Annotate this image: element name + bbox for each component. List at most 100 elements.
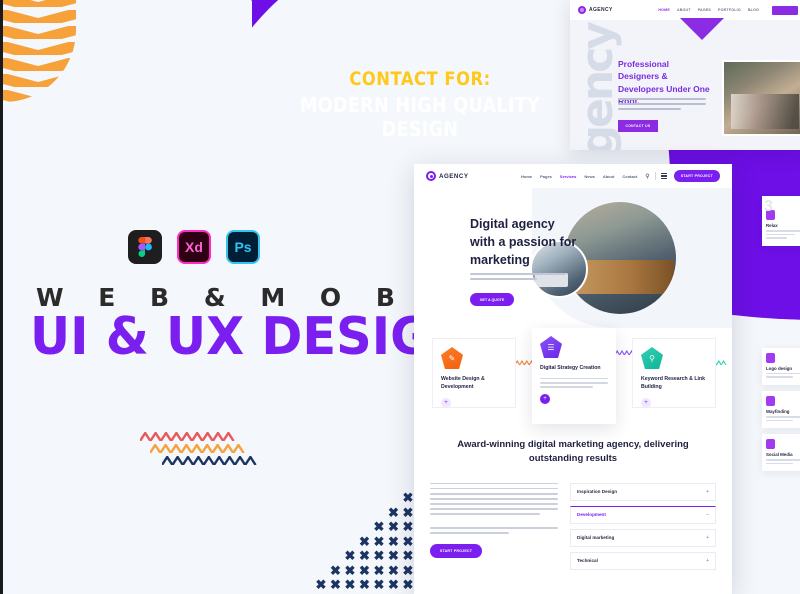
accordion-item-development[interactable]: Development − <box>570 505 716 524</box>
accordion-label: Development <box>577 512 606 517</box>
agency-watermark: agency <box>572 24 623 150</box>
nav-item-services[interactable]: Services <box>560 174 576 179</box>
x-mark-icon: ✖ <box>388 519 399 534</box>
nav-item-pages[interactable]: Pages <box>540 174 552 179</box>
poster-canvas: CONTACT FOR: MODERN HIGH QUALITY DESIGN … <box>0 0 800 594</box>
x-mark-icon: ✖ <box>388 504 399 520</box>
x-mark-icon: ✖ <box>402 533 414 549</box>
x-mark-icon: ✖ <box>330 577 341 592</box>
x-mark-icon: ✖ <box>402 577 414 592</box>
expand-icon[interactable]: + <box>441 397 451 408</box>
nav-item-contact[interactable]: Contact <box>622 174 637 179</box>
zigzag-line-coral <box>138 428 258 444</box>
zigzag-line-navy <box>160 452 258 468</box>
nav-item-home[interactable]: HOME <box>658 8 670 12</box>
x-mark-icon: ✖ <box>388 548 399 563</box>
list-item[interactable]: Social Media <box>762 434 800 472</box>
photoshop-icon: Ps <box>226 230 260 264</box>
x-mark-icon: ✖ <box>359 577 370 592</box>
x-mark-icon: ✖ <box>344 577 356 592</box>
x-mark-icon: ✖ <box>373 577 385 592</box>
figma-icon <box>128 230 162 264</box>
service-card-title: Keyword Research & Link Building <box>641 376 706 390</box>
logo-mark-icon <box>578 6 586 14</box>
service-card-digital-strategy[interactable]: ☰ Digital Strategy Creation + <box>532 328 616 424</box>
x-mark-icon: ✖ <box>402 548 414 563</box>
bottom-paragraph-block: START PROJECT <box>430 482 558 575</box>
wayfinding-icon <box>766 395 775 406</box>
x-mark-icon: ✖ <box>388 577 399 592</box>
list-item[interactable]: Wayfinding <box>762 390 800 429</box>
divider <box>654 172 656 180</box>
chart-icon: ☰ <box>540 336 562 358</box>
service-card-title: Digital Strategy Creation <box>540 365 601 371</box>
mockup-top-menu: HOME ABOUT PAGES PORTFOLIO BLOG <box>658 5 798 15</box>
nav-item-about[interactable]: About <box>603 174 615 179</box>
service-cards: ✎ Website Design & Development + ☰ Digit… <box>414 328 732 428</box>
card-title: Relax <box>766 223 778 228</box>
list-item[interactable]: 3 Relax <box>762 196 800 246</box>
award-heading: Award-winning digital marketing agency, … <box>457 439 689 465</box>
x-mark-icon: ✖ <box>359 562 370 578</box>
x-mark-icon: ✖ <box>344 562 356 578</box>
nav-item-home[interactable]: Home <box>521 174 532 179</box>
navbar-icons: ⚲ <box>645 172 667 180</box>
mockup-top-hero: agency Professional Designers & Develope… <box>570 18 800 150</box>
service-card-website-design[interactable]: ✎ Website Design & Development + <box>432 338 516 408</box>
zigzag-decoration <box>138 428 258 468</box>
pen-icon: ✎ <box>441 347 463 369</box>
get-a-quote-button[interactable]: GET A QUOTE <box>470 293 514 306</box>
accordion-item-inspiration-design[interactable]: Inspiration Design + <box>570 482 716 501</box>
main-bottom-section: START PROJECT Inspiration Design + Devel… <box>414 471 732 575</box>
chevron-pattern-decoration <box>0 0 76 102</box>
mockup-main: AGENCY Home Pages Services News About Co… <box>414 164 732 594</box>
nav-item-about[interactable]: ABOUT <box>677 8 691 12</box>
mockup-top-photo <box>722 60 800 136</box>
card-title: Logo design <box>766 365 793 371</box>
search-icon[interactable]: ⚲ <box>645 173 649 180</box>
mockup-top-logo[interactable]: AGENCY <box>578 6 613 14</box>
mockup-top-cta-button[interactable] <box>772 5 798 15</box>
mockup-top-contact-button[interactable]: CONTACT US <box>618 120 658 132</box>
main-navbar: AGENCY Home Pages Services News About Co… <box>414 164 732 188</box>
minus-icon: − <box>706 511 709 518</box>
expand-icon[interactable]: + <box>540 393 550 404</box>
search-icon: ⚲ <box>641 347 663 369</box>
bottom-start-project-button[interactable]: START PROJECT <box>430 544 482 559</box>
hamburger-icon[interactable] <box>660 172 667 180</box>
accordion-label: Technical <box>577 558 598 563</box>
right-partial-cards: 3 Relax Logo design Wayfinding Social Me… <box>762 196 800 477</box>
x-mark-icon: ✖ <box>359 548 370 563</box>
nav-item-blog[interactable]: BLOG <box>748 8 759 12</box>
plus-icon: + <box>706 534 709 541</box>
accordion-item-digital-marketing[interactable]: Digital marketing + <box>570 528 716 547</box>
x-mark-icon: ✖ <box>402 504 414 520</box>
nav-item-news[interactable]: News <box>584 174 594 179</box>
x-mark-icon: ✖ <box>402 519 414 534</box>
x-mark-icon: ✖ <box>388 533 399 549</box>
x-mark-icon: ✖ <box>388 562 399 578</box>
chevron-down-icon <box>680 18 724 40</box>
expand-icon[interactable]: + <box>641 397 651 408</box>
nav-item-portfolio[interactable]: PORTFOLIO <box>718 8 741 12</box>
x-mark-icon: ✖ <box>315 577 327 592</box>
x-mark-icon: ✖ <box>330 562 341 578</box>
logo-mark-icon <box>426 171 436 181</box>
page-title: UI & UX DESIGN <box>30 307 472 367</box>
x-mark-icon: ✖ <box>373 562 385 578</box>
design-tools-row: Xd Ps <box>128 230 260 264</box>
main-menu: Home Pages Services News About Contact <box>521 174 637 179</box>
figma-glyph <box>138 237 152 257</box>
start-project-button[interactable]: START PROJECT <box>673 170 720 182</box>
hero-paragraph <box>470 273 566 283</box>
x-mark-icon: ✖ <box>373 548 385 563</box>
main-hero: Digital agency with a passion for market… <box>414 188 732 328</box>
main-logo[interactable]: AGENCY <box>426 171 468 181</box>
list-item[interactable]: Logo design <box>762 347 800 385</box>
accordion-item-technical[interactable]: Technical + <box>570 551 716 570</box>
service-card-keyword-research[interactable]: ⚲ Keyword Research & Link Building + <box>632 338 716 408</box>
card-title: Social Media <box>766 452 793 458</box>
nav-item-pages[interactable]: PAGES <box>698 8 711 12</box>
x-mark-icon: ✖ <box>373 533 385 549</box>
